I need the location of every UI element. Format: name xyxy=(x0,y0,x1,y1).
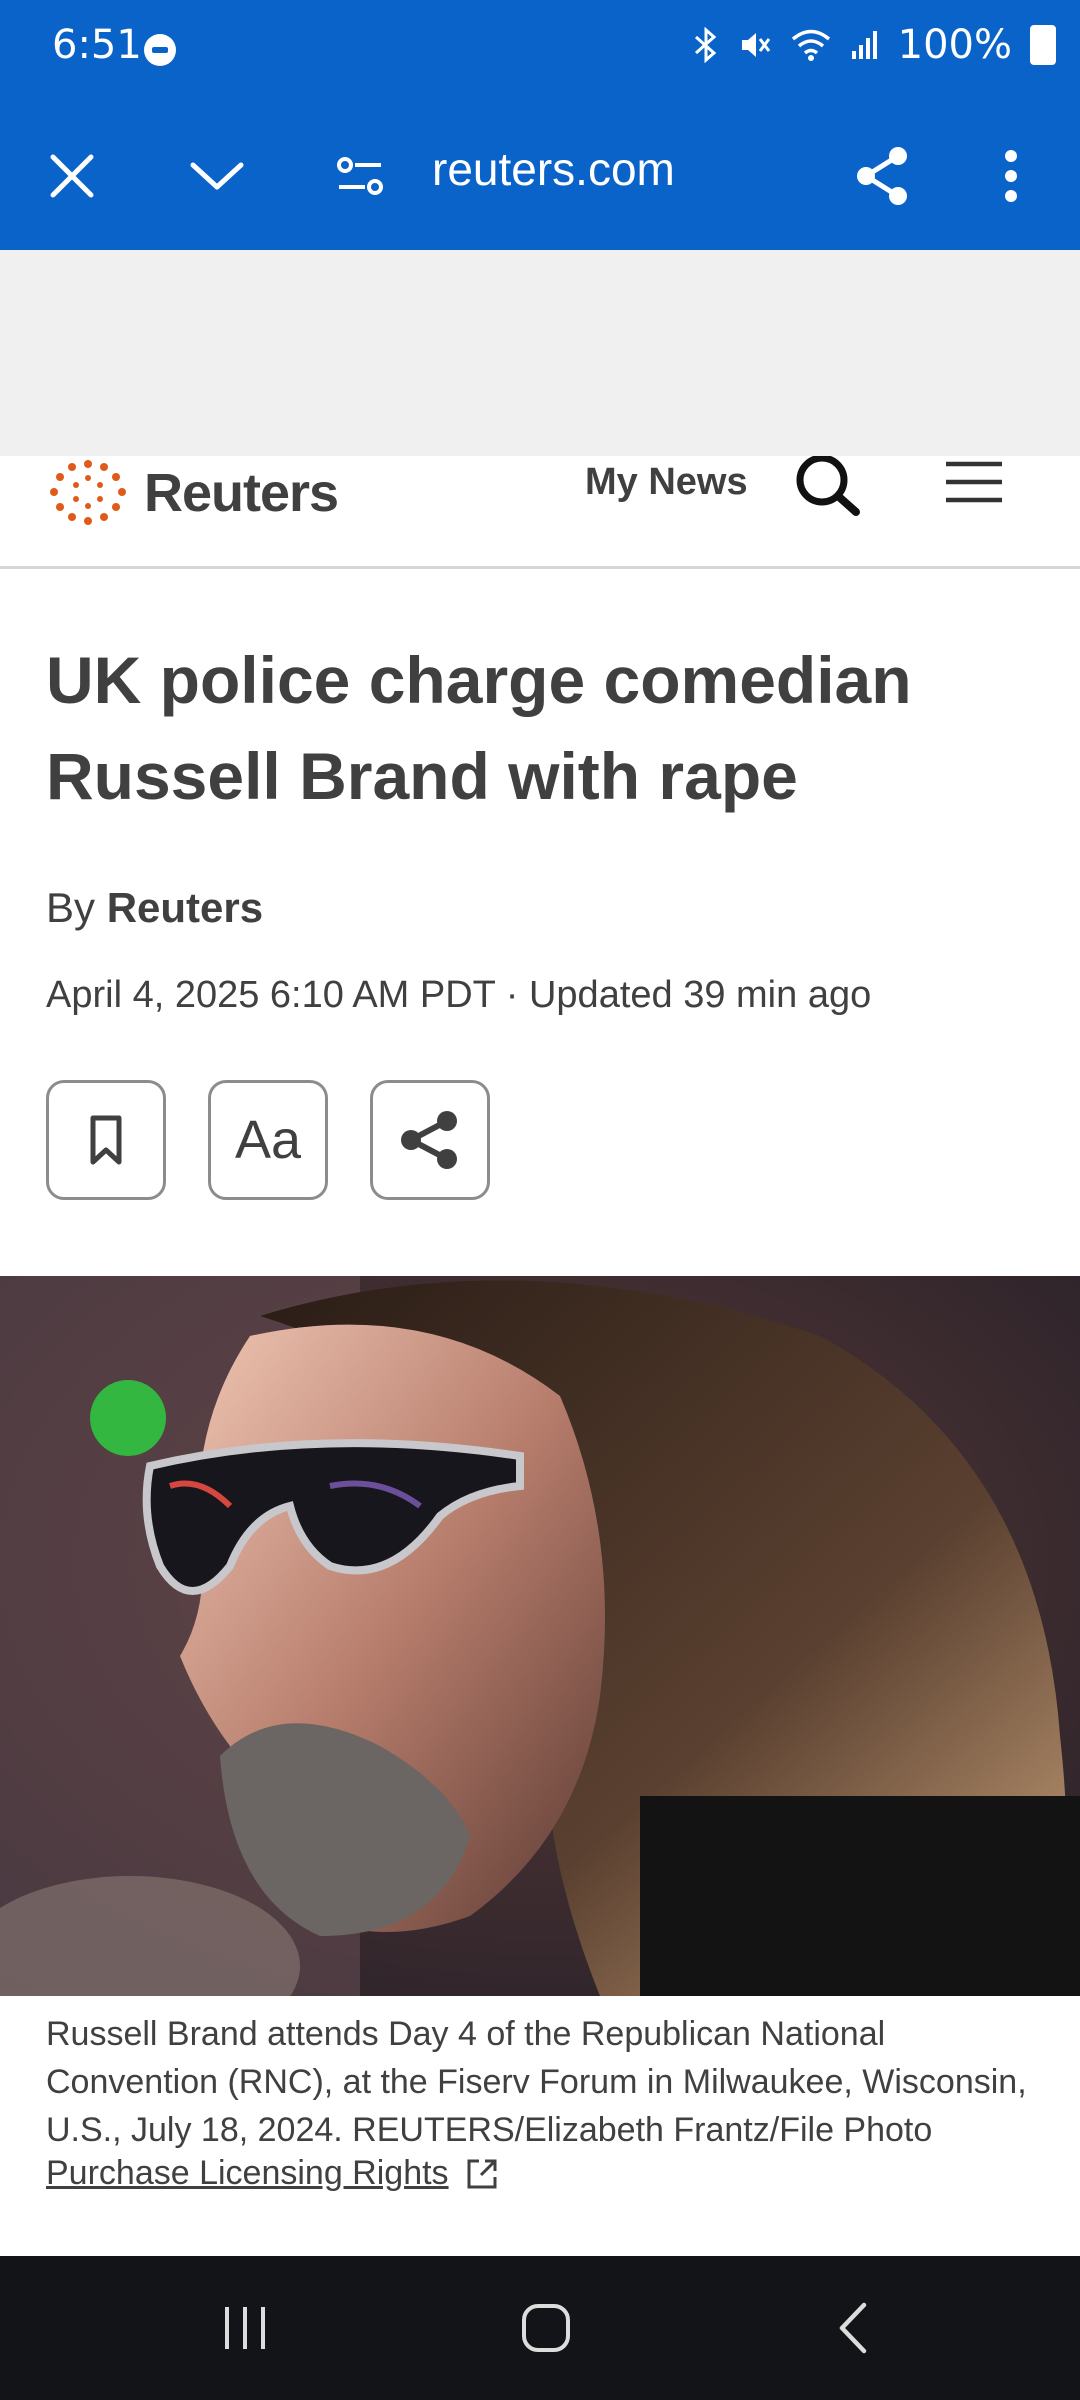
status-icons: 100% xyxy=(692,22,1056,68)
share-icon[interactable] xyxy=(852,147,912,205)
article-photo[interactable] xyxy=(0,1276,1080,1996)
do-not-disturb-icon xyxy=(144,34,176,66)
text-size-label: Aa xyxy=(234,1110,302,1170)
battery-icon xyxy=(1030,25,1056,65)
byline: By Reuters xyxy=(46,884,263,932)
licensing-label: Purchase Licensing Rights xyxy=(46,2154,449,2192)
recent-apps-icon[interactable] xyxy=(218,2296,272,2360)
external-link-icon xyxy=(467,2159,497,2188)
more-vert-icon[interactable] xyxy=(994,148,1028,204)
byline-author[interactable]: Reuters xyxy=(107,884,263,931)
status-bar: 6:51 100% xyxy=(0,0,1080,100)
chevron-down-icon[interactable] xyxy=(186,148,248,204)
photo-caption: Russell Brand attends Day 4 of the Repub… xyxy=(46,2015,1027,2149)
dateline: April 4, 2025 6:10 AM PDT · Updated 39 m… xyxy=(46,974,872,1016)
byline-prefix: By xyxy=(46,884,96,931)
status-time: 6:51 xyxy=(52,22,142,68)
site-settings-icon[interactable] xyxy=(334,148,386,204)
home-icon[interactable] xyxy=(518,2296,574,2360)
search-icon[interactable] xyxy=(794,454,864,521)
menu-icon[interactable] xyxy=(944,460,1004,509)
signal-icon xyxy=(851,31,877,59)
bookmark-icon xyxy=(90,1115,122,1165)
back-icon[interactable] xyxy=(832,2296,872,2360)
article-headline: UK police charge comedian Russell Brand … xyxy=(46,643,912,813)
text-size-button[interactable]: Aa xyxy=(208,1080,328,1200)
reuters-logo[interactable]: Reuters xyxy=(46,458,339,528)
bluetooth-icon xyxy=(694,27,716,63)
system-nav-bar xyxy=(0,2256,1080,2400)
site-header: Reuters My News xyxy=(0,454,1080,569)
reuters-logo-icon xyxy=(50,460,126,525)
share-icon xyxy=(401,1111,457,1169)
my-news-link[interactable]: My News xyxy=(585,456,748,508)
purchase-licensing-link[interactable]: Purchase Licensing Rights xyxy=(46,2154,499,2193)
bookmark-button[interactable] xyxy=(46,1080,166,1200)
url-field[interactable]: reuters.com xyxy=(432,142,675,196)
article-share-button[interactable] xyxy=(370,1080,490,1200)
battery-percent: 100% xyxy=(897,22,1012,68)
mute-icon xyxy=(741,33,770,57)
wifi-icon xyxy=(791,29,830,61)
browser-toolbar: reuters.com xyxy=(0,100,1080,250)
close-icon[interactable] xyxy=(44,148,100,204)
logo-text: Reuters xyxy=(144,463,339,523)
ad-placeholder xyxy=(0,250,1080,456)
